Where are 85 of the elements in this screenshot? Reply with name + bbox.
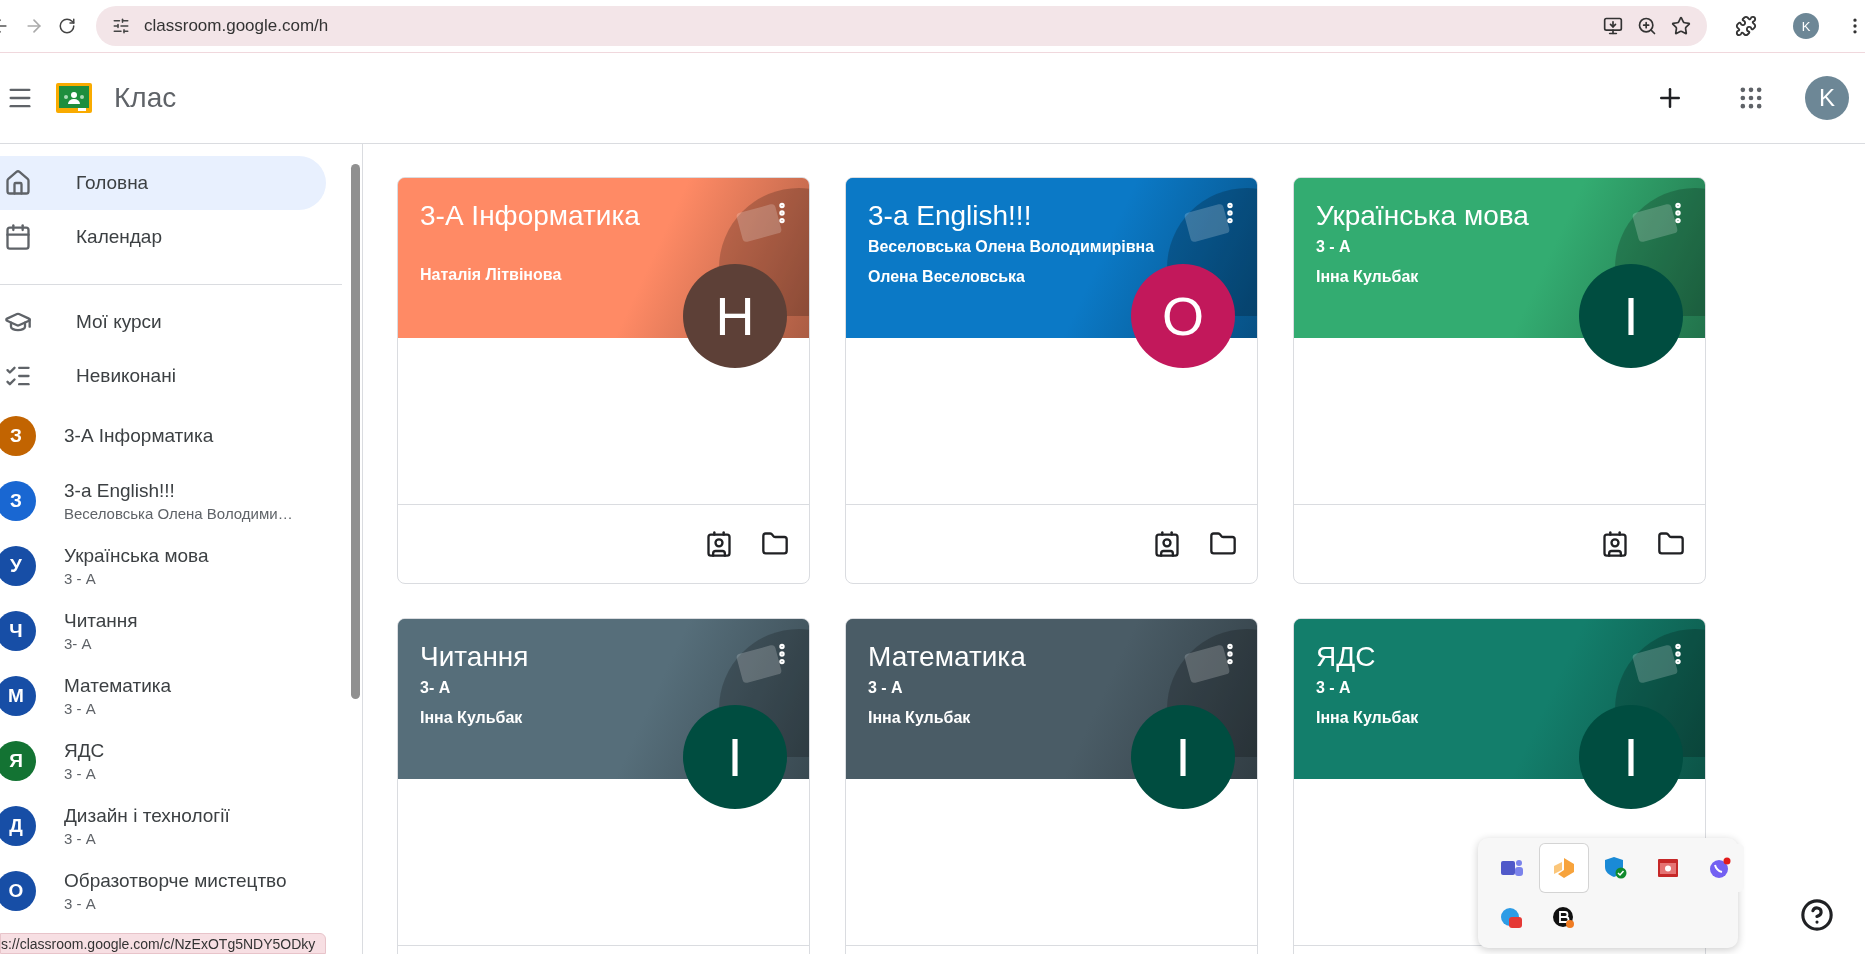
student-work-button[interactable] [1153, 530, 1181, 558]
status-url: s://classroom.google.com/c/NzExOTg5NDY5ODky [0, 933, 327, 954]
course-card[interactable]: Читання 3- А Інна Кульбак І [397, 618, 810, 954]
course-card[interactable]: 3-а English!!! Веселовська Олена Володимирівна Олена Веселовська О [845, 177, 1258, 584]
course-name: 3-а English!!! [64, 479, 176, 502]
bookmark-icon[interactable] [1671, 16, 1691, 36]
card-title[interactable]: Математика [868, 641, 1026, 673]
course-name: ЯДС [64, 739, 105, 762]
sidebar-course-item[interactable]: О Образотворче мистецтво 3 - А [0, 858, 326, 923]
help-button[interactable] [1800, 898, 1834, 932]
zoom-icon[interactable] [1637, 16, 1657, 36]
card-title[interactable]: 3-а English!!! [868, 200, 1032, 232]
folder-button[interactable] [761, 530, 789, 558]
teacher-name: Інна Кульбак [868, 709, 972, 727]
shield-check-icon [1605, 857, 1627, 879]
sidebar-nav-item[interactable]: Календар [0, 210, 326, 264]
course-name: Дизайн і технології [64, 804, 230, 827]
card-subtitle: 3 - А [1316, 238, 1352, 256]
b-letter-icon [1553, 907, 1575, 929]
course-name: Українська мова [64, 544, 209, 567]
course-subtitle: Веселовська Олена Володими… [64, 504, 293, 522]
course-name: Читання [64, 609, 138, 632]
cube-app-icon [1554, 858, 1574, 878]
teacher-name: Наталія Літвінова [420, 266, 563, 284]
sidebar-course-item[interactable]: М Математика 3 - А [0, 663, 326, 728]
install-app-icon[interactable] [1603, 16, 1623, 36]
account-avatar[interactable]: K [1805, 76, 1849, 120]
sidebar-nav-item[interactable]: Мої курси [0, 295, 326, 349]
folder-button[interactable] [1657, 530, 1685, 558]
student-work-button[interactable] [1601, 530, 1629, 558]
sidebar-nav-item[interactable]: Головна [0, 156, 326, 210]
site-settings-icon[interactable] [112, 17, 130, 35]
extensions-icon[interactable] [1735, 15, 1757, 37]
sidebar-course-item[interactable]: У Українська мова 3 - А [0, 533, 326, 598]
calendar-icon [4, 223, 32, 251]
address-bar[interactable]: classroom.google.com/h [96, 6, 1707, 46]
teacher-name: Інна Кульбак [1316, 268, 1420, 286]
card-subtitle: Веселовська Олена Володимирівна [868, 238, 1156, 256]
teacher-name: Олена Веселовська [868, 268, 1026, 286]
folder-button[interactable] [1209, 530, 1237, 558]
course-name: Образотворче мистецтво [64, 869, 287, 892]
course-subtitle: 3 - А [64, 699, 97, 717]
app-title: Клас [114, 82, 178, 114]
course-initial-avatar: З [0, 480, 36, 521]
sidebar-nav-item[interactable]: Невиконані [0, 349, 326, 403]
url-text: classroom.google.com/h [144, 16, 330, 36]
course-initial-avatar: З [0, 415, 36, 456]
sidebar-course-item[interactable]: З 3-А Інформатика [0, 403, 326, 468]
course-subtitle: 3 - А [64, 569, 97, 587]
card-subtitle: 3- А [420, 679, 452, 697]
camera-icon [1658, 859, 1678, 877]
course-initial-avatar: Я [0, 740, 36, 781]
teacher-name: Інна Кульбак [1316, 709, 1420, 727]
classroom-logo-icon [56, 83, 92, 113]
teacher-name: Інна Кульбак [420, 709, 524, 727]
course-subtitle: 3 - А [64, 764, 97, 782]
course-subtitle: 3 - А [64, 829, 97, 847]
card-title[interactable]: ЯДС [1316, 641, 1376, 673]
card-title[interactable]: Читання [420, 641, 529, 673]
sidebar-course-item[interactable]: Я ЯДС 3 - А [0, 728, 326, 793]
sidebar-course-item[interactable]: Д Дизайн і технології 3 - А [0, 793, 326, 858]
course-initial-avatar: Ч [0, 610, 36, 651]
course-initial-avatar: О [0, 870, 36, 911]
course-card[interactable]: Українська мова 3 - А Інна Кульбак І [1293, 177, 1706, 584]
course-subtitle: 3 - А [64, 894, 97, 912]
course-name: 3-А Інформатика [64, 424, 214, 447]
course-initial-avatar: У [0, 545, 36, 586]
course-subtitle: 3- А [64, 634, 93, 652]
notification-badge-icon [1501, 907, 1523, 929]
scrollbar-thumb[interactable] [351, 164, 360, 699]
card-subtitle: 3 - А [868, 679, 904, 697]
profile-avatar[interactable]: K [1793, 13, 1819, 39]
course-card[interactable]: Математика 3 - А Інна Кульбак І [845, 618, 1258, 954]
card-subtitle: 3 - А [1316, 679, 1352, 697]
reload-icon[interactable] [58, 17, 76, 35]
course-initial-avatar: Д [0, 805, 36, 846]
student-work-button[interactable] [705, 530, 733, 558]
home-icon [4, 169, 32, 197]
course-card[interactable]: 3-А Інформатика Наталія Літвінова Н [397, 177, 810, 584]
phone-chat-icon [1709, 857, 1731, 879]
sidebar-course-item[interactable]: З 3-а English!!! Веселовська Олена Володими… [0, 468, 326, 533]
sidebar-course-item[interactable]: Ч Читання 3- А [0, 598, 326, 663]
teams-app-icon [1501, 858, 1523, 878]
course-name: Математика [64, 674, 172, 697]
course-initial-avatar: М [0, 675, 36, 716]
